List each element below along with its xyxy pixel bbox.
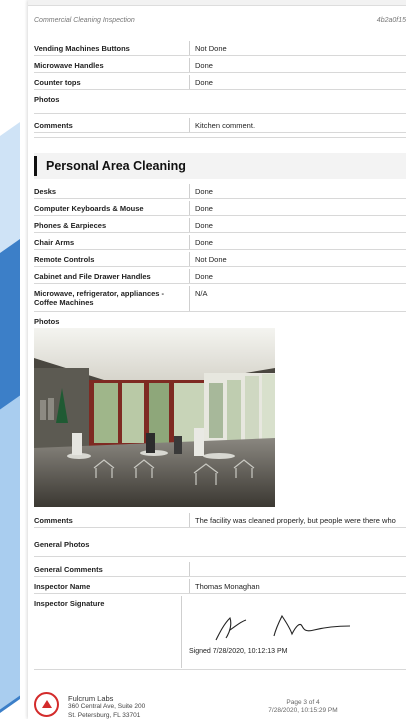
field-value: Done bbox=[189, 218, 213, 232]
report-title: Commercial Cleaning Inspection bbox=[34, 17, 135, 24]
field-label: Photos bbox=[34, 317, 60, 326]
field-value: Done bbox=[189, 184, 213, 198]
fulcrum-logo-icon bbox=[34, 692, 59, 717]
table-row: Phones & Earpieces Done bbox=[34, 218, 406, 233]
field-label: Phones & Earpieces bbox=[34, 221, 107, 230]
field-label: Remote Controls bbox=[34, 255, 95, 264]
field-label: Vending Machines Buttons bbox=[34, 44, 130, 53]
footer-address-line-1: 360 Central Ave, Suite 200 bbox=[68, 703, 146, 710]
footer-address-line-2: St. Petersburg, FL 33701 bbox=[68, 712, 141, 719]
field-label: Computer Keyboards & Mouse bbox=[34, 204, 144, 213]
field-label: Desks bbox=[34, 187, 57, 196]
field-label: Comments bbox=[34, 121, 73, 130]
field-value: Done bbox=[189, 58, 213, 72]
field-label: Photos bbox=[34, 95, 60, 104]
report-page: Commercial Cleaning Inspection 4b2a0f15 … bbox=[28, 0, 406, 719]
field-label: Coffee Machines bbox=[34, 298, 94, 307]
comments-row: Comments Kitchen comment. bbox=[34, 118, 406, 133]
field-label: Counter tops bbox=[34, 78, 81, 87]
field-value: Kitchen comment. bbox=[189, 118, 255, 132]
field-label: Microwave Handles bbox=[34, 61, 104, 70]
field-label: Inspector Name bbox=[34, 582, 91, 591]
table-row: Microwave, refrigerator, appliances - Co… bbox=[34, 286, 406, 312]
table-row: Microwave Handles Done bbox=[34, 58, 406, 73]
general-photos-row: General Photos bbox=[34, 537, 406, 557]
inspector-name: Thomas Monaghan bbox=[189, 579, 260, 593]
background-decoration bbox=[0, 0, 28, 719]
table-row: Cabinet and File Drawer Handles Done bbox=[34, 269, 406, 284]
field-label: Comments bbox=[34, 516, 73, 525]
section-title: Personal Area Cleaning bbox=[46, 159, 186, 173]
field-value: The facility was cleaned properly, but p… bbox=[189, 513, 396, 527]
field-label: Microwave, refrigerator, appliances - bbox=[34, 289, 165, 298]
field-label: General Comments bbox=[34, 565, 103, 574]
generated-date: 7/28/2020, 10:15:29 PM bbox=[268, 707, 338, 714]
field-value: Not Done bbox=[189, 41, 227, 55]
field-label: Cabinet and File Drawer Handles bbox=[34, 272, 151, 281]
footer-company: Fulcrum Labs bbox=[68, 694, 114, 703]
table-row: Desks Done bbox=[34, 184, 406, 199]
record-id: 4b2a0f15 bbox=[376, 17, 406, 24]
signature-divider bbox=[181, 596, 182, 668]
inspector-signature bbox=[215, 614, 351, 641]
cafeteria-photo[interactable] bbox=[34, 328, 275, 507]
inspector-name-row: Inspector Name Thomas Monaghan bbox=[34, 579, 406, 594]
table-row: Remote Controls Not Done bbox=[34, 252, 406, 267]
field-label: Chair Arms bbox=[34, 238, 75, 247]
section-accent-bar bbox=[34, 156, 37, 176]
table-row: Counter tops Done bbox=[34, 75, 406, 90]
signed-timestamp: Signed 7/28/2020, 10:12:13 PM bbox=[189, 648, 288, 655]
field-value: N/A bbox=[189, 286, 208, 311]
field-label: Inspector Signature bbox=[34, 599, 105, 608]
photos-row: Photos bbox=[34, 92, 406, 114]
page-top-edge bbox=[28, 0, 406, 6]
field-value: Done bbox=[189, 269, 213, 283]
field-value bbox=[189, 562, 195, 576]
comments-row: Comments The facility was cleaned proper… bbox=[34, 513, 406, 528]
field-value: Not Done bbox=[189, 252, 227, 266]
table-row: Chair Arms Done bbox=[34, 235, 406, 250]
field-label: General Photos bbox=[34, 540, 90, 549]
page-number: Page 3 of 4 bbox=[286, 699, 320, 706]
field-value: Done bbox=[189, 201, 213, 215]
field-value: Done bbox=[189, 235, 213, 249]
divider bbox=[34, 137, 406, 138]
table-row: Vending Machines Buttons Not Done bbox=[34, 41, 406, 56]
section-header: Personal Area Cleaning bbox=[34, 153, 406, 179]
table-row: Computer Keyboards & Mouse Done bbox=[34, 201, 406, 216]
general-comments-row: General Comments bbox=[34, 562, 406, 577]
field-value: Done bbox=[189, 75, 213, 89]
